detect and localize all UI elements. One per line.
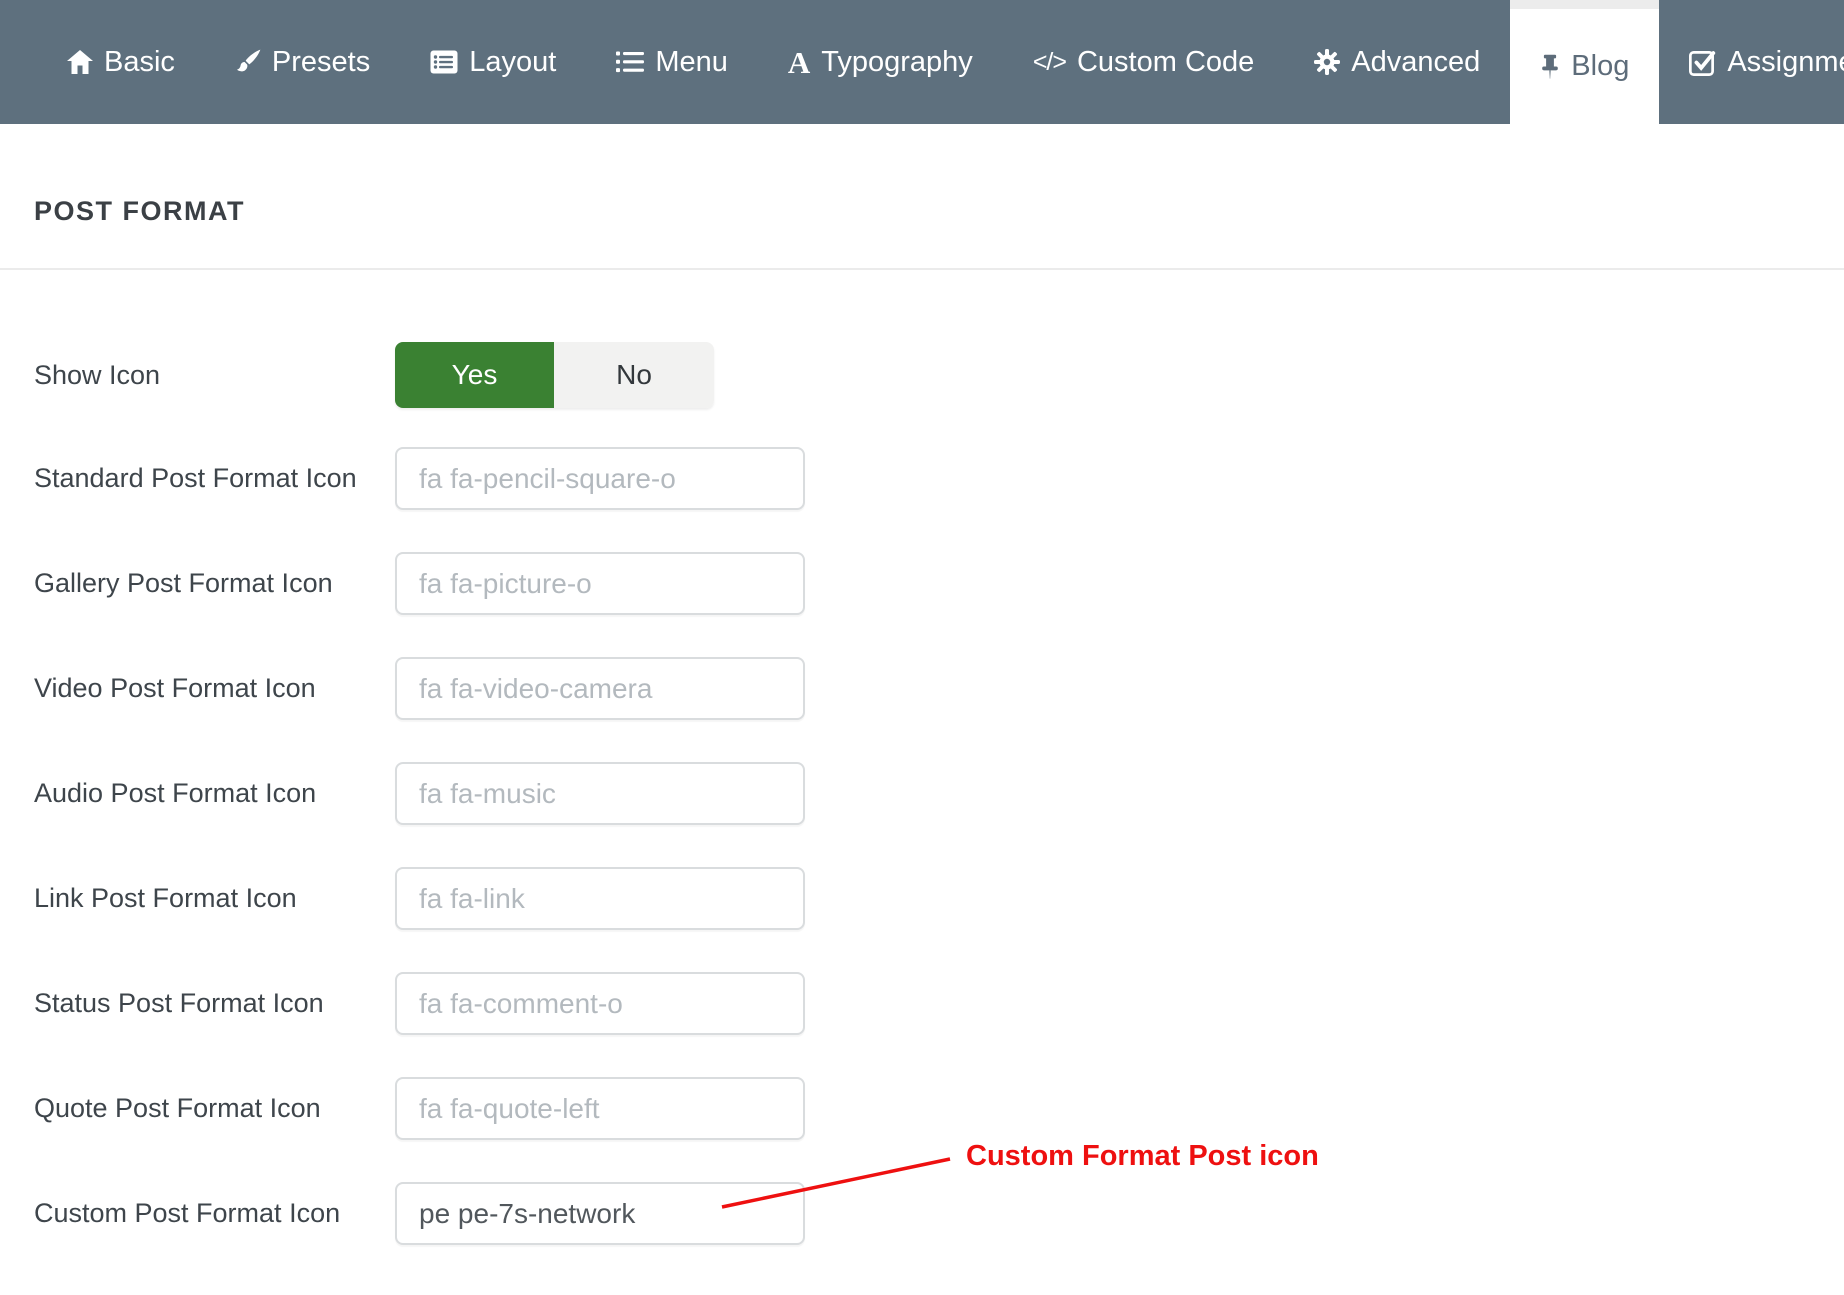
- custom-post-format-input[interactable]: [395, 1182, 805, 1245]
- show-icon-no-button[interactable]: No: [554, 342, 714, 408]
- pin-icon: [1540, 54, 1560, 80]
- custom-post-format-row: Custom Post Format Icon: [34, 1182, 1844, 1245]
- gallery-post-format-row: Gallery Post Format Icon: [34, 552, 1844, 615]
- audio-post-format-label: Audio Post Format Icon: [34, 778, 395, 809]
- code-icon: </>: [1033, 50, 1066, 75]
- tab-typography[interactable]: A Typography: [758, 0, 1003, 124]
- custom-post-format-label: Custom Post Format Icon: [34, 1198, 395, 1229]
- status-post-format-input[interactable]: [395, 972, 805, 1035]
- tab-basic[interactable]: Basic: [37, 0, 205, 124]
- audio-post-format-input[interactable]: [395, 762, 805, 825]
- brush-icon: [235, 49, 261, 75]
- status-post-format-label: Status Post Format Icon: [34, 988, 395, 1019]
- page-title: POST FORMAT: [34, 198, 1844, 225]
- post-format-form: Show Icon Yes No Standard Post Format Ic…: [0, 270, 1844, 1245]
- layout-icon: [430, 50, 458, 74]
- tab-label: Custom Code: [1077, 46, 1254, 79]
- video-post-format-label: Video Post Format Icon: [34, 673, 395, 704]
- settings-tab-bar: Basic Presets Layout Menu A Typography <…: [0, 0, 1844, 124]
- status-post-format-row: Status Post Format Icon: [34, 972, 1844, 1035]
- standard-post-format-row: Standard Post Format Icon: [34, 447, 1844, 510]
- quote-post-format-input[interactable]: [395, 1077, 805, 1140]
- annotation-text: Custom Format Post icon: [966, 1140, 1319, 1173]
- gallery-post-format-label: Gallery Post Format Icon: [34, 568, 395, 599]
- font-icon: A: [788, 47, 810, 78]
- quote-post-format-row: Quote Post Format Icon: [34, 1077, 1844, 1140]
- standard-post-format-label: Standard Post Format Icon: [34, 463, 395, 494]
- quote-post-format-label: Quote Post Format Icon: [34, 1093, 395, 1124]
- video-post-format-input[interactable]: [395, 657, 805, 720]
- show-icon-yes-button[interactable]: Yes: [395, 342, 554, 408]
- tab-menu[interactable]: Menu: [586, 0, 758, 124]
- gallery-post-format-input[interactable]: [395, 552, 805, 615]
- tab-assignment[interactable]: Assignment: [1659, 0, 1844, 124]
- show-icon-label: Show Icon: [34, 360, 395, 391]
- tab-label: Advanced: [1351, 46, 1480, 79]
- tab-label: Presets: [272, 46, 370, 79]
- tab-presets[interactable]: Presets: [205, 0, 400, 124]
- tab-custom-code[interactable]: </> Custom Code: [1003, 0, 1284, 124]
- link-post-format-row: Link Post Format Icon: [34, 867, 1844, 930]
- tab-blog-active[interactable]: Blog: [1510, 0, 1659, 124]
- standard-post-format-input[interactable]: [395, 447, 805, 510]
- tab-label: Assignment: [1727, 46, 1844, 79]
- tab-layout[interactable]: Layout: [400, 0, 586, 124]
- tab-label: Layout: [469, 46, 556, 79]
- home-icon: [67, 50, 93, 74]
- link-post-format-input[interactable]: [395, 867, 805, 930]
- show-icon-toggle: Yes No: [395, 342, 714, 408]
- tab-label: Menu: [655, 46, 728, 79]
- audio-post-format-row: Audio Post Format Icon: [34, 762, 1844, 825]
- section-header: POST FORMAT: [0, 124, 1844, 270]
- tab-label: Blog: [1571, 50, 1629, 83]
- show-icon-row: Show Icon Yes No: [34, 342, 1844, 408]
- tab-label: Typography: [821, 46, 973, 79]
- check-square-icon: [1689, 49, 1716, 76]
- menu-icon: [616, 51, 644, 73]
- gear-icon: [1314, 49, 1340, 75]
- link-post-format-label: Link Post Format Icon: [34, 883, 395, 914]
- video-post-format-row: Video Post Format Icon: [34, 657, 1844, 720]
- tab-label: Basic: [104, 46, 175, 79]
- tab-advanced[interactable]: Advanced: [1284, 0, 1510, 124]
